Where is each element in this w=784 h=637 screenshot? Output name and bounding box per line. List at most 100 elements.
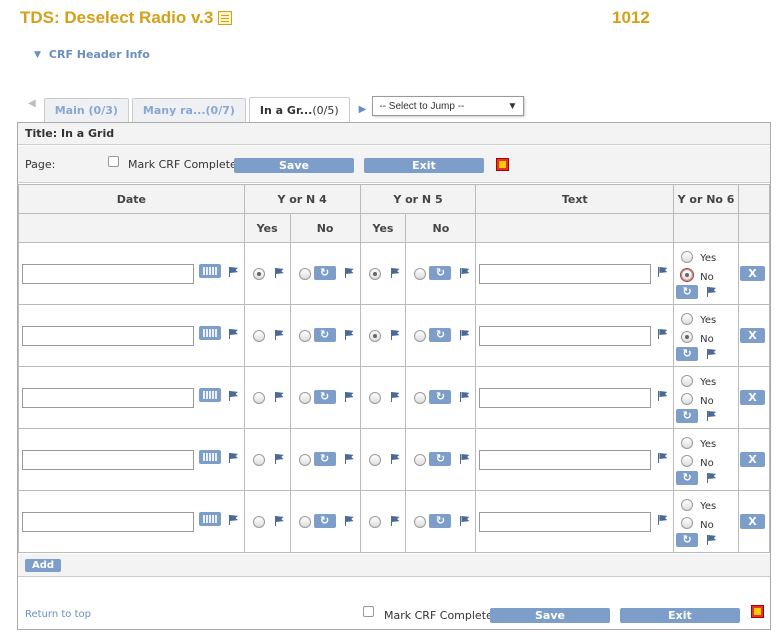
reset-icon[interactable]: ↻ <box>676 285 699 299</box>
yn6-no-radio[interactable] <box>681 269 694 281</box>
print-icon[interactable] <box>751 605 764 618</box>
calendar-icon[interactable] <box>199 326 221 340</box>
reset-icon[interactable]: ↻ <box>313 514 336 528</box>
delete-row-button[interactable]: X <box>740 328 765 343</box>
flag-icon[interactable] <box>274 330 285 340</box>
yn5-no-radio[interactable] <box>414 516 427 528</box>
flag-icon[interactable] <box>274 268 285 278</box>
yn5-yes-radio[interactable] <box>368 268 381 280</box>
yn5-no-radio[interactable] <box>414 392 427 404</box>
flag-icon[interactable] <box>390 268 401 278</box>
tab-in-a-grid[interactable]: In a Gr... (0/5) <box>248 97 350 123</box>
flag-icon[interactable] <box>344 516 355 526</box>
flag-icon[interactable] <box>658 267 668 277</box>
date-input[interactable] <box>22 512 194 532</box>
calendar-icon[interactable] <box>199 512 221 526</box>
yn5-yes-radio[interactable] <box>368 454 381 466</box>
delete-row-button[interactable]: X <box>740 266 765 281</box>
yn5-yes-radio[interactable] <box>368 330 381 342</box>
mark-complete-checkbox-bottom[interactable] <box>363 606 374 617</box>
date-input[interactable] <box>22 388 194 408</box>
reset-icon[interactable]: ↻ <box>313 266 336 280</box>
flag-icon[interactable] <box>460 454 470 464</box>
delete-row-button[interactable]: X <box>740 452 765 467</box>
flag-icon[interactable] <box>344 454 355 464</box>
tab-many-radio[interactable]: Many ra... (0/7) <box>131 98 246 122</box>
yn4-yes-radio[interactable] <box>252 268 265 280</box>
flag-icon[interactable] <box>229 453 239 463</box>
reset-icon[interactable]: ↻ <box>676 409 699 423</box>
flag-icon[interactable] <box>460 392 470 402</box>
flag-icon[interactable] <box>707 473 717 483</box>
date-input[interactable] <box>22 326 194 346</box>
tab-next-arrow-icon[interactable]: ▶ <box>359 104 367 115</box>
reset-icon[interactable]: ↻ <box>313 390 336 404</box>
text-input[interactable] <box>479 388 652 408</box>
flag-icon[interactable] <box>344 392 355 402</box>
yn6-no-radio[interactable] <box>681 455 694 467</box>
flag-icon[interactable] <box>658 329 668 339</box>
yn6-yes-radio[interactable] <box>681 251 694 263</box>
yn5-yes-radio[interactable] <box>368 516 381 528</box>
reset-icon[interactable]: ↻ <box>429 328 452 342</box>
date-input[interactable] <box>22 450 194 470</box>
save-button-top[interactable]: Save <box>234 158 354 173</box>
reset-icon[interactable]: ↻ <box>429 452 452 466</box>
yn6-no-radio[interactable] <box>681 331 694 343</box>
yn4-no-radio[interactable] <box>298 454 311 466</box>
add-row-button[interactable]: Add <box>25 559 61 572</box>
yn4-yes-radio[interactable] <box>252 392 265 404</box>
reset-icon[interactable]: ↻ <box>429 514 452 528</box>
yn4-no-radio[interactable] <box>298 330 311 342</box>
yn4-yes-radio[interactable] <box>252 330 265 342</box>
print-icon[interactable] <box>496 158 509 171</box>
text-input[interactable] <box>479 264 652 284</box>
date-input[interactable] <box>22 264 194 284</box>
flag-icon[interactable] <box>274 392 285 402</box>
yn5-no-radio[interactable] <box>414 330 427 342</box>
notes-icon[interactable] <box>218 11 233 25</box>
reset-icon[interactable]: ↻ <box>676 347 699 361</box>
yn6-no-radio[interactable] <box>681 517 694 529</box>
flag-icon[interactable] <box>229 329 239 339</box>
exit-button-bottom[interactable]: Exit <box>620 608 740 623</box>
yn5-yes-radio[interactable] <box>368 392 381 404</box>
flag-icon[interactable] <box>460 330 470 340</box>
flag-icon[interactable] <box>707 287 717 297</box>
yn6-no-radio[interactable] <box>681 393 694 405</box>
flag-icon[interactable] <box>274 454 285 464</box>
yn4-no-radio[interactable] <box>298 392 311 404</box>
flag-icon[interactable] <box>344 268 355 278</box>
return-to-top-link[interactable]: Return to top <box>25 609 91 620</box>
yn6-yes-radio[interactable] <box>681 313 694 325</box>
yn4-no-radio[interactable] <box>298 516 311 528</box>
calendar-icon[interactable] <box>199 450 221 464</box>
yn4-yes-radio[interactable] <box>252 454 265 466</box>
flag-icon[interactable] <box>344 330 355 340</box>
flag-icon[interactable] <box>390 454 401 464</box>
exit-button-top[interactable]: Exit <box>364 158 484 173</box>
flag-icon[interactable] <box>460 268 470 278</box>
flag-icon[interactable] <box>390 330 401 340</box>
reset-icon[interactable]: ↻ <box>313 452 336 466</box>
yn5-no-radio[interactable] <box>414 454 427 466</box>
crf-header-toggle[interactable]: ▼ CRF Header Info <box>34 48 150 61</box>
flag-icon[interactable] <box>229 515 239 525</box>
flag-icon[interactable] <box>229 267 239 277</box>
mark-complete-checkbox-top[interactable] <box>108 156 119 167</box>
flag-icon[interactable] <box>707 411 717 421</box>
flag-icon[interactable] <box>658 515 668 525</box>
reset-icon[interactable]: ↻ <box>429 390 452 404</box>
flag-icon[interactable] <box>460 516 470 526</box>
flag-icon[interactable] <box>274 516 285 526</box>
save-button-bottom[interactable]: Save <box>490 608 610 623</box>
yn6-yes-radio[interactable] <box>681 375 694 387</box>
flag-icon[interactable] <box>229 391 239 401</box>
yn6-yes-radio[interactable] <box>681 437 694 449</box>
delete-row-button[interactable]: X <box>740 514 765 529</box>
yn4-no-radio[interactable] <box>298 268 311 280</box>
yn6-yes-radio[interactable] <box>681 499 694 511</box>
yn4-yes-radio[interactable] <box>252 516 265 528</box>
flag-icon[interactable] <box>707 535 717 545</box>
reset-icon[interactable]: ↻ <box>429 266 452 280</box>
